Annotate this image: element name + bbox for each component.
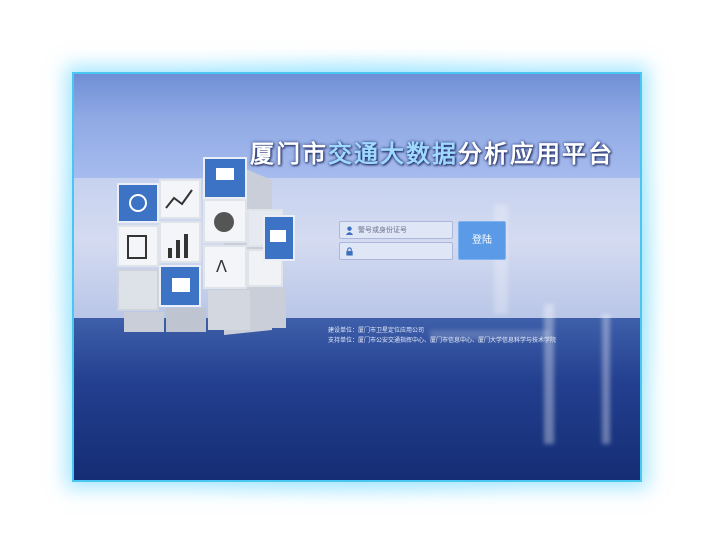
username-input[interactable] bbox=[356, 226, 450, 234]
login-window: 厦门市交通大数据分析应用平台 ᐱ 警号或身份证号 登陆 建设单位：厦门市卫星定位… bbox=[72, 72, 642, 482]
data-cube-illustration: ᐱ bbox=[117, 157, 295, 335]
supporter-text: 支持单位：厦门市公安交通指挥中心、厦门市信息中心、厦门大学信息科学与技术学院 bbox=[328, 337, 557, 344]
light-pillar bbox=[602, 314, 610, 444]
password-field[interactable] bbox=[339, 242, 453, 260]
password-input[interactable] bbox=[356, 247, 450, 255]
username-field[interactable] bbox=[339, 221, 453, 239]
title-highlight: 交通大数据 bbox=[328, 139, 458, 168]
user-icon bbox=[342, 223, 356, 237]
login-button[interactable]: 登陆 bbox=[458, 221, 506, 260]
title-area: 厦门市交通大数据分析应用平台 bbox=[250, 134, 640, 180]
svg-text:ᐱ: ᐱ bbox=[216, 257, 227, 276]
light-pillar bbox=[544, 304, 554, 444]
lock-icon bbox=[342, 244, 356, 258]
page-title: 厦门市交通大数据分析应用平台 bbox=[250, 134, 614, 169]
builder-text: 建设单位：厦门市卫星定位应用公司 bbox=[328, 327, 425, 334]
title-part2: 分析应用平台 bbox=[458, 139, 614, 168]
